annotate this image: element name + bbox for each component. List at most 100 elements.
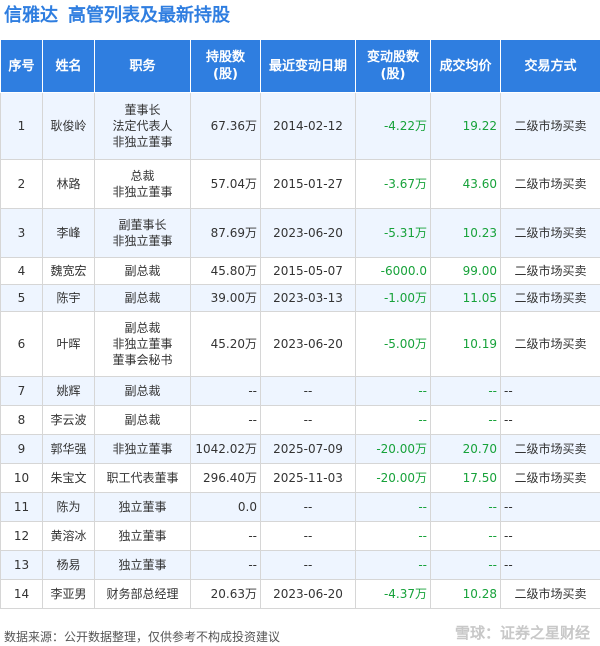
cell-role: 副总裁 (94, 284, 191, 312)
table-row: 9 郭华强 非独立董事 1042.02万 2025-07-09 -20.00万 20.70 二… (0, 434, 600, 464)
cell-date: -- (260, 521, 356, 551)
cell-date: 2023-06-20 (260, 208, 356, 258)
cell-name: 姚辉 (42, 376, 95, 406)
cell-role: 副总裁 非独立董事 董事会秘书 (94, 311, 191, 377)
cell-date: 2025-07-09 (260, 434, 356, 464)
cell-no: 4 (0, 257, 43, 285)
cell-price: 10.19 (430, 311, 501, 377)
cell-role: 总裁 非独立董事 (94, 159, 191, 209)
cell-price: 10.28 (430, 579, 501, 609)
cell-name: 杨易 (42, 550, 95, 580)
cell-role: 职工代表董事 (94, 463, 191, 493)
cell-method: -- (500, 405, 600, 435)
cell-price: 17.50 (430, 463, 501, 493)
cell-method: 二级市场买卖 (500, 92, 600, 160)
cell-role: 独立董事 (94, 550, 191, 580)
table-row: 12 黄溶冰 独立董事 -- -- -- -- -- (0, 521, 600, 551)
cell-no: 7 (0, 376, 43, 406)
cell-name: 朱宝文 (42, 463, 95, 493)
cell-name: 耿俊岭 (42, 92, 95, 160)
column-header-price: 成交均价 (430, 39, 501, 93)
cell-date: 2023-06-20 (260, 311, 356, 377)
cell-shares: 20.63万 (190, 579, 261, 609)
cell-method: 二级市场买卖 (500, 311, 600, 377)
cell-shares: 39.00万 (190, 284, 261, 312)
column-header-change: 变动股数 (股) (355, 39, 431, 93)
cell-role: 独立董事 (94, 492, 191, 522)
cell-method: 二级市场买卖 (500, 257, 600, 285)
cell-name: 郭华强 (42, 434, 95, 464)
cell-method: -- (500, 492, 600, 522)
cell-name: 陈为 (42, 492, 95, 522)
brand-logo-text: 雪球：证券之星财经 (454, 624, 590, 642)
table-row: 8 李云波 副总裁 -- -- -- -- -- (0, 405, 600, 435)
cell-shares: 87.69万 (190, 208, 261, 258)
cell-date: -- (260, 492, 356, 522)
cell-price: 11.05 (430, 284, 501, 312)
table-row: 7 姚辉 副总裁 -- -- -- -- -- (0, 376, 600, 406)
cell-name: 魏宽宏 (42, 257, 95, 285)
cell-method: 二级市场买卖 (500, 579, 600, 609)
cell-no: 10 (0, 463, 43, 493)
table-row: 1 耿俊岭 董事长 法定代表人 非独立董事 67.36万 2014-02-12 -4.22万 1… (0, 92, 600, 160)
cell-change: -20.00万 (355, 463, 431, 493)
cell-change: -- (355, 376, 431, 406)
table-row: 5 陈宇 副总裁 39.00万 2023-03-13 -1.00万 11.05 二级市场买卖 (0, 284, 600, 312)
column-header-method: 交易方式 (500, 39, 600, 93)
column-header-date: 最近变动日期 (260, 39, 356, 93)
table-body: 1 耿俊岭 董事长 法定代表人 非独立董事 67.36万 2014-02-12 -4.22万 1… (0, 92, 600, 609)
cell-role: 副总裁 (94, 257, 191, 285)
cell-name: 李亚男 (42, 579, 95, 609)
cell-price: 10.23 (430, 208, 501, 258)
cell-no: 14 (0, 579, 43, 609)
cell-change: -4.22万 (355, 92, 431, 160)
table-row: 4 魏宽宏 副总裁 45.80万 2015-05-07 -6000.0 99.00 二级市场买… (0, 257, 600, 285)
table-row: 14 李亚男 财务部总经理 20.63万 2023-06-20 -4.37万 10.28 二级… (0, 579, 600, 609)
table-row: 11 陈为 独立董事 0.0 -- -- -- -- (0, 492, 600, 522)
cell-price: -- (430, 376, 501, 406)
table-header-row: 序号 姓名 职务 持股数 (股) 最近变动日期 变动股数 (股) 成交均价 交易方式 (0, 39, 600, 93)
cell-no: 6 (0, 311, 43, 377)
cell-role: 非独立董事 (94, 434, 191, 464)
cell-no: 8 (0, 405, 43, 435)
column-header-shares: 持股数 (股) (190, 39, 261, 93)
cell-method: 二级市场买卖 (500, 434, 600, 464)
cell-change: -5.00万 (355, 311, 431, 377)
cell-price: 43.60 (430, 159, 501, 209)
cell-role: 独立董事 (94, 521, 191, 551)
cell-date: 2015-01-27 (260, 159, 356, 209)
cell-shares: 0.0 (190, 492, 261, 522)
cell-role: 财务部总经理 (94, 579, 191, 609)
cell-no: 2 (0, 159, 43, 209)
cell-method: 二级市场买卖 (500, 159, 600, 209)
cell-date: -- (260, 376, 356, 406)
cell-change: -- (355, 492, 431, 522)
cell-method: 二级市场买卖 (500, 463, 600, 493)
page-subtitle: 高管列表及最新持股 (68, 5, 230, 26)
cell-no: 11 (0, 492, 43, 522)
cell-name: 李峰 (42, 208, 95, 258)
company-name: 信雅达 (4, 5, 58, 26)
cell-shares: 1042.02万 (190, 434, 261, 464)
cell-date: 2023-06-20 (260, 579, 356, 609)
cell-price: -- (430, 521, 501, 551)
column-header-role: 职务 (94, 39, 191, 93)
table-row: 13 杨易 独立董事 -- -- -- -- -- (0, 550, 600, 580)
cell-method: 二级市场买卖 (500, 208, 600, 258)
cell-shares: 57.04万 (190, 159, 261, 209)
cell-no: 5 (0, 284, 43, 312)
page-title: 信雅达 高管列表及最新持股 (4, 3, 230, 29)
cell-method: -- (500, 550, 600, 580)
cell-shares: -- (190, 521, 261, 551)
cell-name: 李云波 (42, 405, 95, 435)
cell-date: 2014-02-12 (260, 92, 356, 160)
cell-no: 3 (0, 208, 43, 258)
cell-change: -3.67万 (355, 159, 431, 209)
cell-date: -- (260, 550, 356, 580)
cell-shares: -- (190, 550, 261, 580)
cell-name: 叶晖 (42, 311, 95, 377)
cell-method: -- (500, 376, 600, 406)
cell-role: 副总裁 (94, 376, 191, 406)
cell-name: 陈宇 (42, 284, 95, 312)
cell-change: -- (355, 521, 431, 551)
